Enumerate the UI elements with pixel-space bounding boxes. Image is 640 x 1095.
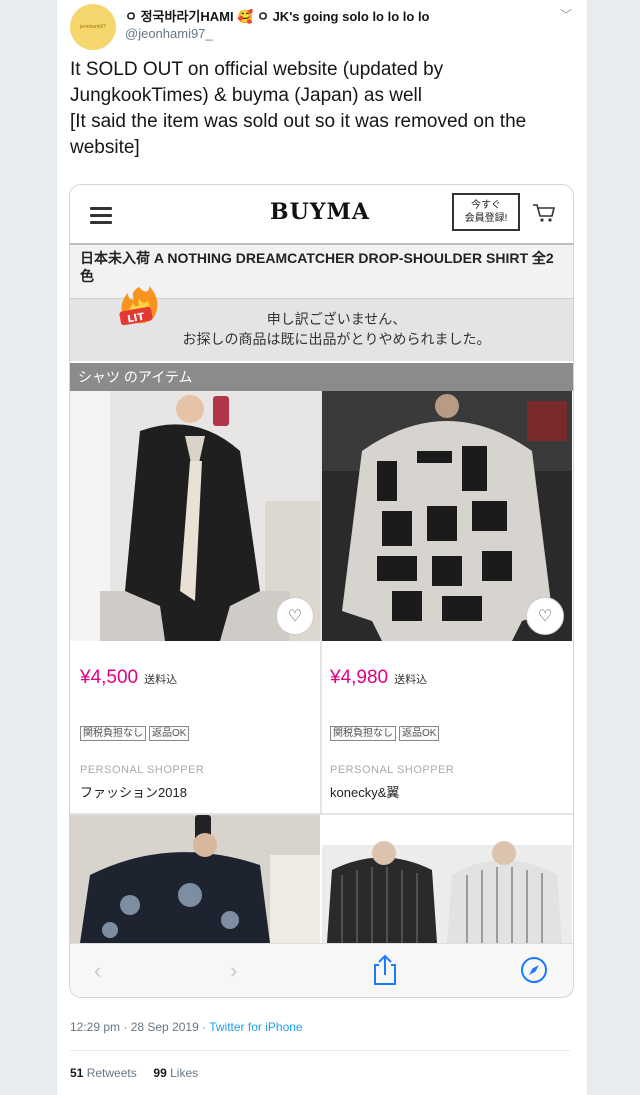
likes-count: 99 [153, 1066, 167, 1080]
buyma-logo[interactable]: BUYMA [270, 199, 370, 225]
item-price: ¥4,500 送料込 [80, 667, 177, 689]
avatar[interactable]: jeonhami97 [70, 4, 116, 50]
chevron-down-icon[interactable]: ﹀ [560, 6, 572, 23]
user-handle[interactable]: @jeonhami97_ [125, 26, 213, 41]
tweet-text: It SOLD OUT on official website (updated… [70, 57, 570, 161]
item-tags: 関税負担なし 返品OK [80, 724, 192, 741]
sold-out-notice: LIT 申し訳ございません、 お探しの商品は既に出品がとりやめられました。 [70, 286, 573, 361]
shop-name[interactable]: ファッション2018 [80, 782, 187, 801]
avatar-text: jeonhami97 [80, 24, 106, 30]
compass-icon[interactable] [520, 956, 548, 984]
likes-label: Likes [170, 1066, 199, 1080]
hamburger-menu-icon[interactable] [90, 207, 112, 228]
register-line1: 今すぐ [471, 200, 501, 211]
tag-return: 返品OK [399, 726, 440, 741]
grid-divider [320, 391, 322, 815]
register-line2: 会員登録! [464, 213, 508, 224]
timestamp[interactable]: 12:29 pm · 28 Sep 2019 · [70, 1020, 209, 1034]
section-title-bar: シャツ のアイテム [70, 363, 573, 391]
item-tags: 関税負担なし 返品OK [330, 724, 442, 741]
item-price: ¥4,980 送料込 [330, 667, 427, 689]
attached-screenshot[interactable]: BUYMA 今すぐ 会員登録! 日本未入荷 A NOTHING DREAMCAT… [69, 184, 574, 998]
shipping-label: 送料込 [144, 674, 178, 686]
buyma-header: BUYMA 今すぐ 会員登録! [70, 185, 573, 245]
retweets-stat[interactable]: 51 Retweets [70, 1066, 137, 1080]
source-link[interactable]: Twitter for iPhone [209, 1020, 302, 1034]
tweet-text-line2: [It said the item was sold out so it was… [70, 111, 527, 158]
notice-line2: お探しの商品は既に出品がとりやめられました。 [182, 331, 491, 347]
register-button[interactable]: 今すぐ 会員登録! [452, 193, 520, 231]
personal-shopper-label: PERSONAL SHOPPER [330, 764, 455, 776]
tag-duty: 関税負担なし [80, 726, 146, 741]
tweet-stats: 51 Retweets 99 Likes [70, 1066, 198, 1080]
shipping-label: 送料込 [394, 674, 428, 686]
retweets-count: 51 [70, 1066, 84, 1080]
cart-icon[interactable] [532, 203, 556, 223]
favorite-heart-icon[interactable]: ♡ [526, 597, 564, 635]
forward-arrow-icon[interactable]: › [230, 958, 237, 984]
back-arrow-icon[interactable]: ‹ [94, 958, 101, 984]
price-value: ¥4,980 [330, 667, 389, 688]
browser-toolbar: ‹ › [70, 943, 573, 997]
personal-shopper-label: PERSONAL SHOPPER [80, 764, 205, 776]
shop-name[interactable]: konecky&翼 [330, 782, 399, 801]
tweet-text-line1: It SOLD OUT on official website (updated… [70, 59, 444, 106]
display-name[interactable]: ㅇ 정국바라기HAMI 🥰 ㅇ JK's going solo lo lo lo… [125, 6, 430, 25]
tweet-meta: 12:29 pm · 28 Sep 2019 · Twitter for iPh… [70, 1020, 303, 1034]
notice-line1: 申し訳ございません、 [266, 311, 407, 327]
product-photo[interactable] [70, 815, 320, 943]
price-value: ¥4,500 [80, 667, 139, 688]
retweets-label: Retweets [86, 1066, 137, 1080]
tag-duty: 関税負担なし [330, 726, 396, 741]
divider [70, 1050, 570, 1051]
likes-stat[interactable]: 99 Likes [153, 1066, 198, 1080]
share-icon[interactable] [372, 954, 398, 986]
tag-return: 返品OK [149, 726, 190, 741]
product-photo[interactable] [322, 815, 572, 943]
favorite-heart-icon[interactable]: ♡ [276, 597, 314, 635]
